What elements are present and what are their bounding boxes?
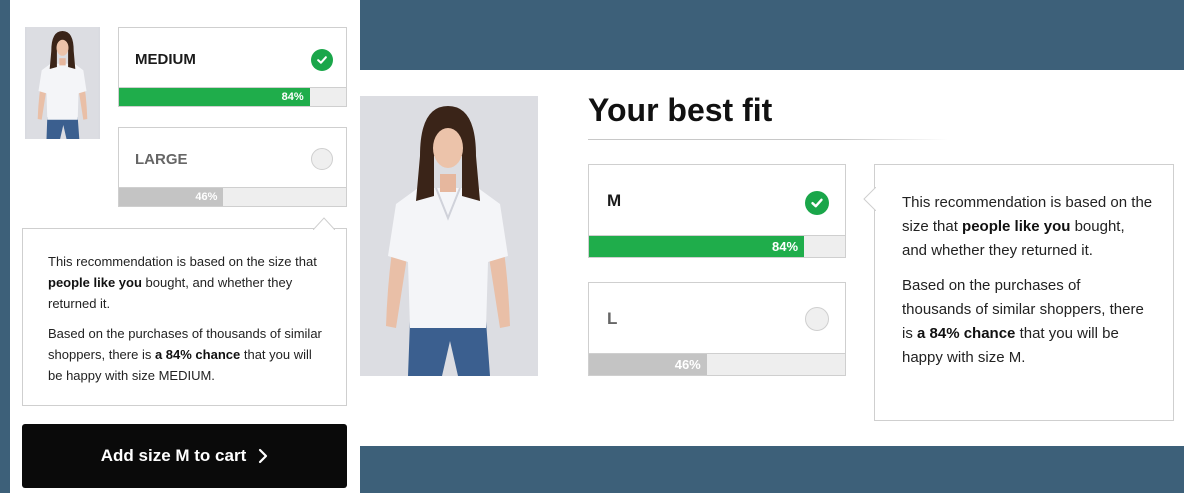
tooltip-paragraph: This recommendation is based on the size… <box>48 254 317 311</box>
tooltip-paragraph: Based on the purchases of thousands of s… <box>48 326 322 383</box>
size-option-medium[interactable]: MEDIUM 84% <box>118 27 347 107</box>
size-option-l[interactable]: L 46% <box>588 282 846 376</box>
fit-probability-fill: 84% <box>589 236 805 257</box>
chevron-right-icon <box>258 448 268 464</box>
fit-probability-bar: 84% <box>588 235 846 258</box>
fit-probability-fill: 46% <box>589 354 707 375</box>
fit-probability-bar: 84% <box>118 87 347 107</box>
add-to-cart-button[interactable]: Add size M to cart <box>22 424 347 488</box>
size-option-label: L <box>607 309 618 328</box>
title-divider <box>588 139 948 140</box>
size-option-label: MEDIUM <box>135 51 196 68</box>
fit-probability-fill: 84% <box>119 88 310 106</box>
tooltip-paragraph: This recommendation is based on the size… <box>902 194 1153 259</box>
check-icon <box>311 49 333 71</box>
recommendation-tooltip: This recommendation is based on the size… <box>863 164 1174 421</box>
size-option-label: LARGE <box>135 151 188 168</box>
tooltip-paragraph: Based on the purchases of thousands of s… <box>902 277 1144 366</box>
mobile-fit-card: MEDIUM 84% LARGE 46% This recommendation… <box>10 0 360 493</box>
check-icon <box>805 191 829 215</box>
size-option-large[interactable]: LARGE 46% <box>118 127 347 207</box>
fit-probability-bar: 46% <box>588 353 846 376</box>
recommendation-tooltip: This recommendation is based on the size… <box>22 217 347 406</box>
size-option-label: M <box>607 191 622 210</box>
product-photo <box>358 96 538 376</box>
desktop-fit-card: Your best fit M 84% L 46% This recommend… <box>340 70 1184 446</box>
product-thumbnail <box>25 27 100 139</box>
radio-icon[interactable] <box>805 307 829 331</box>
fit-probability-bar: 46% <box>118 187 347 207</box>
radio-icon[interactable] <box>311 148 333 170</box>
size-option-m[interactable]: M 84% <box>588 164 846 258</box>
add-to-cart-label: Add size M to cart <box>100 446 247 465</box>
fit-probability-fill: 46% <box>119 188 224 206</box>
page-title: Your best fit <box>588 92 773 128</box>
